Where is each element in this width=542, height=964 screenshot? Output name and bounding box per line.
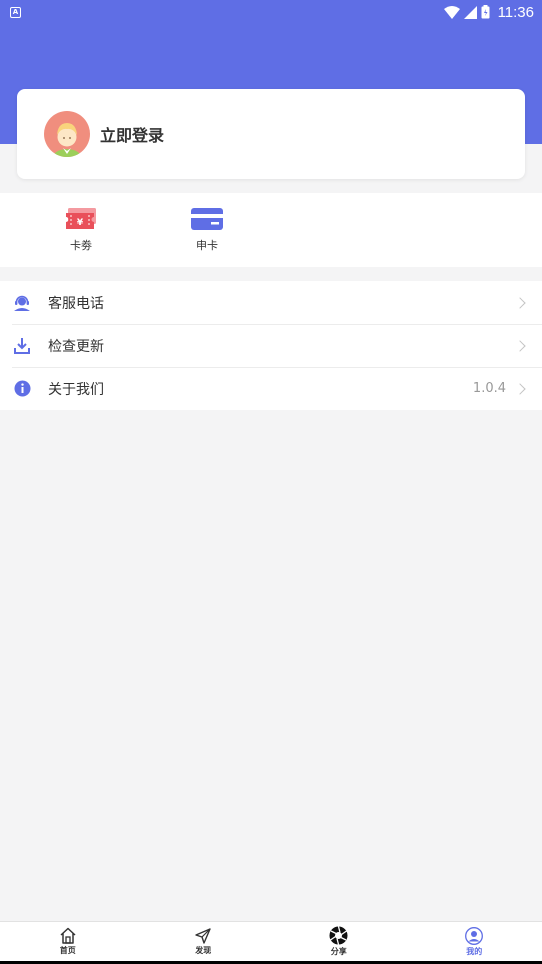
settings-menu: 客服电话 检查更新 关于我们 1.0.4 xyxy=(0,281,542,410)
credit-card-icon xyxy=(191,208,223,230)
user-icon xyxy=(465,926,484,945)
tab-label: 发现 xyxy=(195,945,212,955)
home-icon xyxy=(60,927,76,944)
bottom-tab-bar: 首页 发现 分享 我的 xyxy=(0,921,542,961)
chevron-right-icon xyxy=(514,296,526,309)
tab-label: 分享 xyxy=(330,947,347,956)
menu-item-about[interactable]: 关于我们 1.0.4 xyxy=(0,367,542,410)
quick-actions: ¥ 卡劵 申卡 xyxy=(0,193,542,267)
quick-action-label: 申卡 xyxy=(196,239,218,252)
chevron-right-icon xyxy=(514,339,526,352)
battery-icon xyxy=(481,5,490,19)
quick-action-coupons[interactable]: ¥ 卡劵 xyxy=(51,207,111,253)
quick-action-label: 卡劵 xyxy=(70,239,92,252)
coupon-ticket-icon: ¥ xyxy=(66,208,96,229)
svg-text:¥: ¥ xyxy=(77,218,84,228)
info-icon xyxy=(12,380,32,397)
signal-icon xyxy=(463,5,477,19)
tab-mine[interactable]: 我的 xyxy=(407,922,542,961)
status-bar: A 11:36 xyxy=(0,0,542,24)
tab-share[interactable]: 分享 xyxy=(271,922,407,961)
customer-service-icon xyxy=(12,295,32,311)
chevron-right-icon xyxy=(514,382,526,395)
menu-item-label: 检查更新 xyxy=(48,338,104,355)
quick-action-apply-card[interactable]: 申卡 xyxy=(177,207,237,253)
tab-label: 首页 xyxy=(59,946,76,955)
login-label[interactable]: 立即登录 xyxy=(100,122,164,146)
download-icon xyxy=(12,337,32,355)
login-card[interactable]: 立即登录 xyxy=(17,89,525,179)
avatar[interactable] xyxy=(44,111,90,157)
menu-item-check-update[interactable]: 检查更新 xyxy=(0,324,542,367)
notification-icon: A xyxy=(10,6,21,18)
tab-home[interactable]: 首页 xyxy=(0,922,136,961)
menu-item-customer-service[interactable]: 客服电话 xyxy=(0,281,542,324)
tab-label: 我的 xyxy=(466,946,483,956)
shutter-icon xyxy=(329,926,348,945)
wifi-icon xyxy=(443,5,460,19)
user-avatar-icon xyxy=(52,123,82,157)
version-value: 1.0.4 xyxy=(472,381,506,396)
menu-item-label: 客服电话 xyxy=(48,295,104,312)
menu-item-label: 关于我们 xyxy=(48,381,104,398)
send-icon xyxy=(195,927,211,944)
status-time: 11:36 xyxy=(497,3,534,21)
tab-discover[interactable]: 发现 xyxy=(136,922,272,961)
